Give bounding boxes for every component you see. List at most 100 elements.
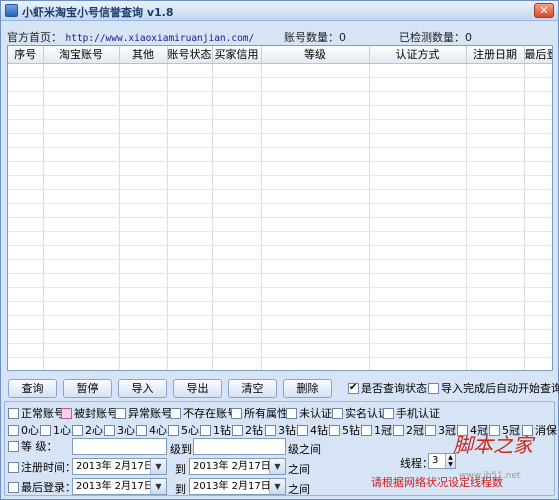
table-row[interactable] [8, 231, 552, 246]
grade-min-input[interactable] [72, 438, 167, 455]
level-filter-checkbox[interactable] [297, 425, 308, 436]
status-filter-option[interactable]: 实名认证 [332, 407, 389, 420]
login-to-date[interactable]: 2013年 2月17日 ▼ [189, 478, 286, 495]
column-header[interactable]: 其他 [119, 46, 168, 64]
status-filter-option[interactable]: 手机认证 [383, 407, 440, 420]
table-row[interactable] [8, 217, 552, 232]
column-header[interactable]: 账号状态 [167, 46, 213, 64]
status-filter-option[interactable]: 所有属性 [231, 407, 288, 420]
level-filter-checkbox[interactable] [40, 425, 51, 436]
auto-start-option[interactable]: 导入完成后自动开始查询 [428, 382, 559, 395]
level-filter-checkbox[interactable] [72, 425, 83, 436]
table-row[interactable] [8, 77, 552, 92]
import-button[interactable]: 导入 [118, 379, 167, 398]
table-row[interactable] [8, 245, 552, 260]
query-button[interactable]: 查询 [8, 379, 57, 398]
threads-spinner[interactable]: 3 ▲ ▼ [428, 453, 456, 469]
last-login-option[interactable]: 最后登录： [8, 481, 76, 494]
status-filter-checkbox[interactable] [61, 408, 72, 419]
level-filter-checkbox[interactable] [232, 425, 243, 436]
level-filter-checkbox[interactable] [104, 425, 115, 436]
status-filter-checkbox[interactable] [383, 408, 394, 419]
column-header[interactable]: 淘宝账号 [43, 46, 120, 64]
reg-time-option[interactable]: 注册时间： [8, 461, 76, 474]
status-filter-checkbox[interactable] [115, 408, 126, 419]
level-filter-checkbox[interactable] [136, 425, 147, 436]
status-filter-checkbox[interactable] [231, 408, 242, 419]
table-row[interactable] [8, 63, 552, 78]
status-filter-option[interactable]: 异常账号 [115, 407, 172, 420]
level-filter-option[interactable]: 2钻 [232, 424, 263, 437]
table-row[interactable] [8, 287, 552, 302]
login-from-date[interactable]: 2013年 2月17日 ▼ [72, 478, 167, 495]
status-filter-checkbox[interactable] [8, 408, 19, 419]
homepage-link[interactable]: http://www.xiaoxiamiruanjian.com/ [66, 33, 255, 44]
table-row[interactable] [8, 119, 552, 134]
column-header[interactable]: 最后登陆 [524, 46, 552, 64]
table-row[interactable] [8, 147, 552, 162]
reg-from-date[interactable]: 2013年 2月17日 ▼ [72, 458, 167, 475]
table-row[interactable] [8, 315, 552, 330]
table-row[interactable] [8, 189, 552, 204]
table-row[interactable] [8, 105, 552, 120]
level-filter-option[interactable]: 1钻 [200, 424, 231, 437]
close-button[interactable]: ✕ [534, 3, 554, 18]
grade-option[interactable]: 等 级： [8, 440, 58, 453]
table-row[interactable] [8, 91, 552, 106]
results-table[interactable]: 序号淘宝账号其他账号状态买家信用等级认证方式注册日期最后登陆 [7, 45, 553, 371]
last-login-checkbox[interactable] [8, 482, 19, 493]
query-status-option[interactable]: 是否查询状态 [348, 381, 427, 395]
level-filter-checkbox[interactable] [393, 425, 404, 436]
status-filter-checkbox[interactable] [286, 408, 297, 419]
table-row[interactable] [8, 161, 552, 176]
level-filter-checkbox[interactable] [168, 425, 179, 436]
level-filter-checkbox[interactable] [425, 425, 436, 436]
table-row[interactable] [8, 357, 552, 370]
table-row[interactable] [8, 175, 552, 190]
level-filter-option[interactable]: 0心 [8, 424, 39, 437]
column-header[interactable]: 注册日期 [466, 46, 525, 64]
level-filter-checkbox[interactable] [265, 425, 276, 436]
pause-button[interactable]: 暂停 [63, 379, 112, 398]
status-filter-checkbox[interactable] [170, 408, 181, 419]
level-filter-checkbox[interactable] [200, 425, 211, 436]
level-filter-checkbox[interactable] [8, 425, 19, 436]
level-filter-option[interactable]: 5心 [168, 424, 199, 437]
reg-to-date[interactable]: 2013年 2月17日 ▼ [189, 458, 286, 475]
column-header[interactable]: 买家信用 [212, 46, 262, 64]
column-header[interactable]: 序号 [8, 46, 44, 64]
level-filter-option[interactable]: 5钻 [329, 424, 360, 437]
chevron-down-icon[interactable]: ▼ [269, 479, 285, 494]
chevron-down-icon[interactable]: ▼ [269, 459, 285, 474]
table-row[interactable] [8, 301, 552, 316]
column-header[interactable]: 认证方式 [369, 46, 467, 64]
delete-button[interactable]: 删除 [283, 379, 332, 398]
status-filter-checkbox[interactable] [332, 408, 343, 419]
clear-button[interactable]: 清空 [228, 379, 277, 398]
column-header[interactable]: 等级 [261, 46, 370, 64]
level-filter-checkbox[interactable] [329, 425, 340, 436]
auto-start-checkbox[interactable] [428, 383, 439, 394]
table-row[interactable] [8, 343, 552, 358]
table-row[interactable] [8, 273, 552, 288]
level-filter-option[interactable]: 3心 [104, 424, 135, 437]
status-filter-option[interactable]: 未认证 [286, 407, 332, 420]
query-status-checkbox[interactable] [348, 381, 359, 394]
level-filter-option[interactable]: 2冠 [393, 424, 424, 437]
chevron-down-icon[interactable]: ▼ [150, 459, 166, 474]
table-row[interactable] [8, 133, 552, 148]
level-filter-option[interactable]: 3钻 [265, 424, 296, 437]
level-filter-option[interactable]: 1心 [40, 424, 71, 437]
status-filter-option[interactable]: 被封账号 [61, 407, 118, 420]
level-filter-checkbox[interactable] [361, 425, 372, 436]
level-filter-option[interactable]: 4心 [136, 424, 167, 437]
table-row[interactable] [8, 259, 552, 274]
level-filter-option[interactable]: 1冠 [361, 424, 392, 437]
level-filter-option[interactable]: 4钻 [297, 424, 328, 437]
reg-time-checkbox[interactable] [8, 462, 19, 473]
status-filter-option[interactable]: 正常账号 [8, 407, 65, 420]
table-row[interactable] [8, 203, 552, 218]
level-filter-option[interactable]: 2心 [72, 424, 103, 437]
status-filter-option[interactable]: 不存在账号 [170, 407, 238, 420]
export-button[interactable]: 导出 [173, 379, 222, 398]
